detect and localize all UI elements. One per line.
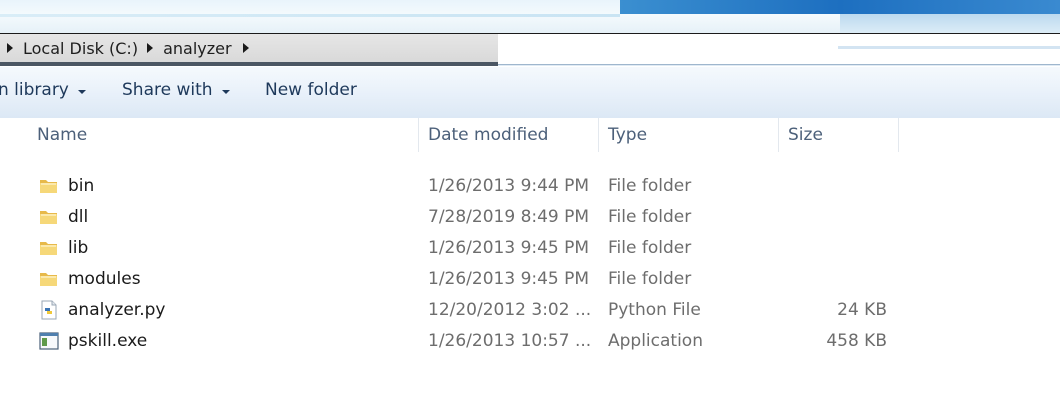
file-name-cell: analyzer.py — [38, 294, 165, 325]
application-icon — [39, 331, 59, 350]
new-folder-label: New folder — [265, 80, 357, 100]
title-bar-glass — [620, 0, 1060, 14]
file-name: lib — [68, 237, 89, 258]
share-with-label: Share with — [122, 80, 213, 100]
chevron-right-icon[interactable] — [7, 43, 13, 53]
breadcrumb[interactable]: Local Disk (C:) analyzer — [0, 34, 498, 66]
folder-icon — [40, 272, 57, 286]
include-in-library-button[interactable]: n library — [0, 80, 86, 100]
file-type: Python File — [608, 299, 701, 320]
column-header-row: Name Date modified Type Size — [24, 118, 924, 160]
address-bar: Local Disk (C:) analyzer — [0, 33, 1060, 67]
column-header-name[interactable]: Name — [24, 118, 418, 152]
file-row[interactable]: bin 1/26/2013 9:44 PM File folder — [24, 170, 924, 201]
share-with-button[interactable]: Share with — [122, 80, 230, 100]
breadcrumb-item-analyzer[interactable]: analyzer — [163, 39, 231, 58]
chevron-right-icon[interactable] — [242, 43, 249, 53]
breadcrumb-item-local-disk[interactable]: Local Disk (C:) — [23, 39, 138, 58]
file-name: analyzer.py — [68, 299, 166, 320]
file-row[interactable]: pskill.exe 1/26/2013 10:57 ... Applicati… — [24, 325, 924, 356]
date-modified: 7/28/2019 8:49 PM — [428, 206, 590, 227]
file-row[interactable]: modules 1/26/2013 9:45 PM File folder — [24, 263, 924, 294]
chevron-right-icon[interactable] — [147, 43, 154, 53]
new-folder-button[interactable]: New folder — [265, 80, 357, 100]
file-name: modules — [68, 268, 141, 289]
file-name-cell: dll — [38, 201, 88, 232]
file-type: File folder — [608, 175, 692, 196]
file-name-cell: lib — [38, 232, 88, 263]
caret-down-icon — [221, 89, 230, 94]
column-header-date-modified[interactable]: Date modified — [415, 118, 595, 152]
title-bar-glass-lower — [840, 14, 1060, 33]
file-name: dll — [68, 206, 89, 227]
folder-icon — [40, 179, 57, 193]
column-divider[interactable] — [898, 118, 899, 152]
file-size — [774, 263, 887, 294]
file-size: 458 KB — [826, 330, 887, 351]
python-file-icon — [41, 300, 57, 319]
title-bar-divider — [0, 14, 620, 17]
file-name-cell: bin — [38, 170, 94, 201]
folder-icon — [40, 210, 57, 224]
file-name: pskill.exe — [68, 330, 148, 351]
file-size: 24 KB — [837, 299, 887, 320]
file-row[interactable]: analyzer.py 12/20/2012 3:02 ... Python F… — [24, 294, 924, 325]
command-bar: n library Share with New folder — [0, 66, 1060, 119]
file-row[interactable]: dll 7/28/2019 8:49 PM File folder — [24, 201, 924, 232]
file-name: bin — [68, 175, 95, 196]
file-size — [774, 232, 887, 263]
caret-down-icon — [77, 89, 86, 94]
date-modified: 12/20/2012 3:02 ... — [428, 299, 592, 320]
file-row[interactable]: lib 1/26/2013 9:45 PM File folder — [24, 232, 924, 263]
folder-icon — [40, 241, 57, 255]
date-modified: 1/26/2013 9:45 PM — [428, 268, 590, 289]
file-type: File folder — [608, 268, 692, 289]
include-in-library-label: n library — [0, 80, 69, 100]
title-bar — [0, 0, 1060, 33]
file-list: Name Date modified Type Size bin 1/26/20… — [0, 118, 1060, 415]
file-size — [774, 201, 887, 232]
explorer-window: Local Disk (C:) analyzer n library Share… — [0, 0, 1060, 415]
address-decoration — [838, 46, 1060, 49]
address-input-area[interactable] — [498, 34, 1060, 65]
file-type: File folder — [608, 206, 692, 227]
file-size — [774, 170, 887, 201]
date-modified: 1/26/2013 10:57 ... — [428, 330, 592, 351]
date-modified: 1/26/2013 9:44 PM — [428, 175, 590, 196]
file-type: Application — [608, 330, 703, 351]
column-header-type[interactable]: Type — [595, 118, 775, 152]
file-type: File folder — [608, 237, 692, 258]
file-name-cell: pskill.exe — [38, 325, 147, 356]
date-modified: 1/26/2013 9:45 PM — [428, 237, 590, 258]
file-name-cell: modules — [38, 263, 141, 294]
column-header-size[interactable]: Size — [775, 118, 895, 152]
